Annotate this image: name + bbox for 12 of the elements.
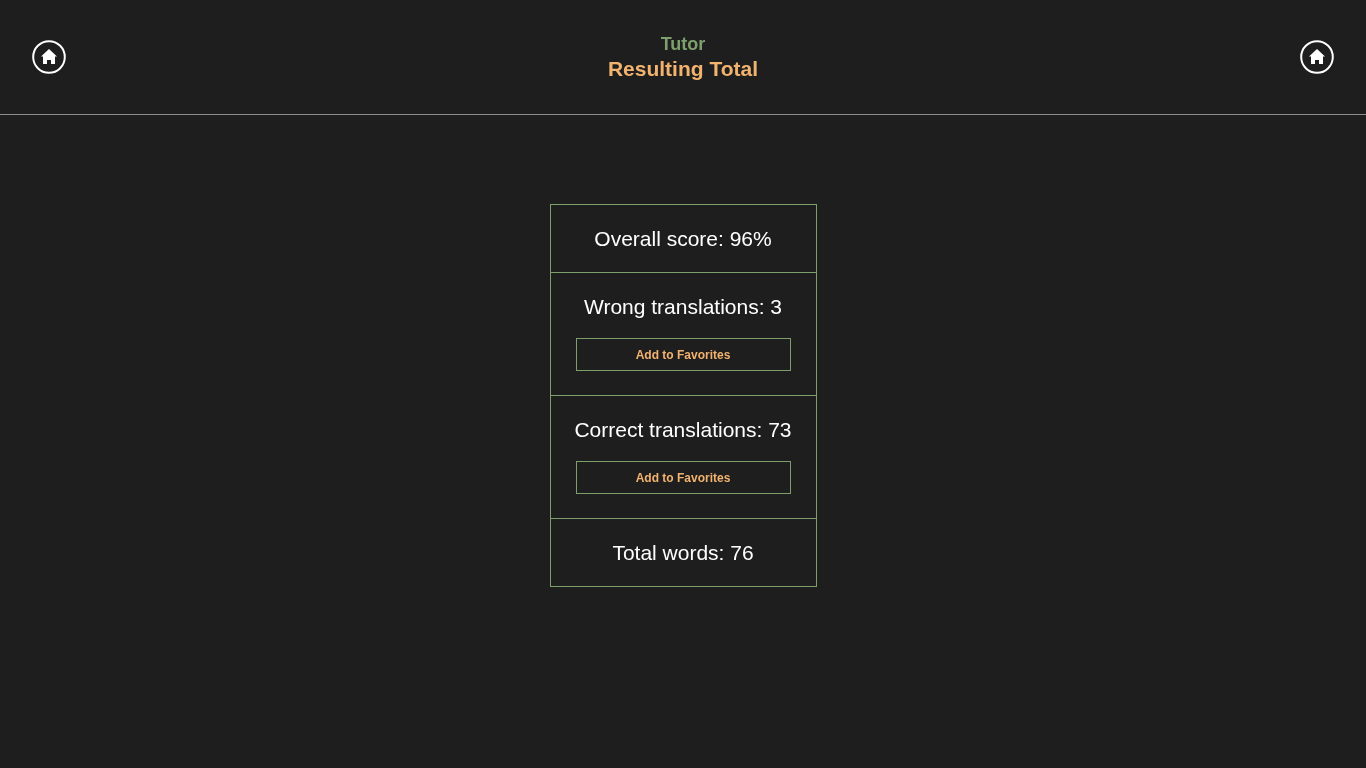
result-label: Correct translations: 73 xyxy=(574,417,792,443)
app-title: Tutor xyxy=(660,33,706,55)
result-label: Overall score: 96% xyxy=(594,226,772,252)
add-to-favorites-button[interactable]: Add to Favorites xyxy=(575,461,791,494)
result-label: Wrong translations: 3 xyxy=(583,294,782,320)
home-button[interactable] xyxy=(32,40,66,74)
home-icon xyxy=(32,40,66,74)
home-icon xyxy=(1300,40,1334,74)
add-to-favorites-button[interactable]: Add to Favorites xyxy=(575,338,791,371)
page-title: Resulting Total xyxy=(607,56,759,82)
home-button[interactable] xyxy=(1300,40,1334,74)
result-label: Total words: 76 xyxy=(612,540,754,566)
